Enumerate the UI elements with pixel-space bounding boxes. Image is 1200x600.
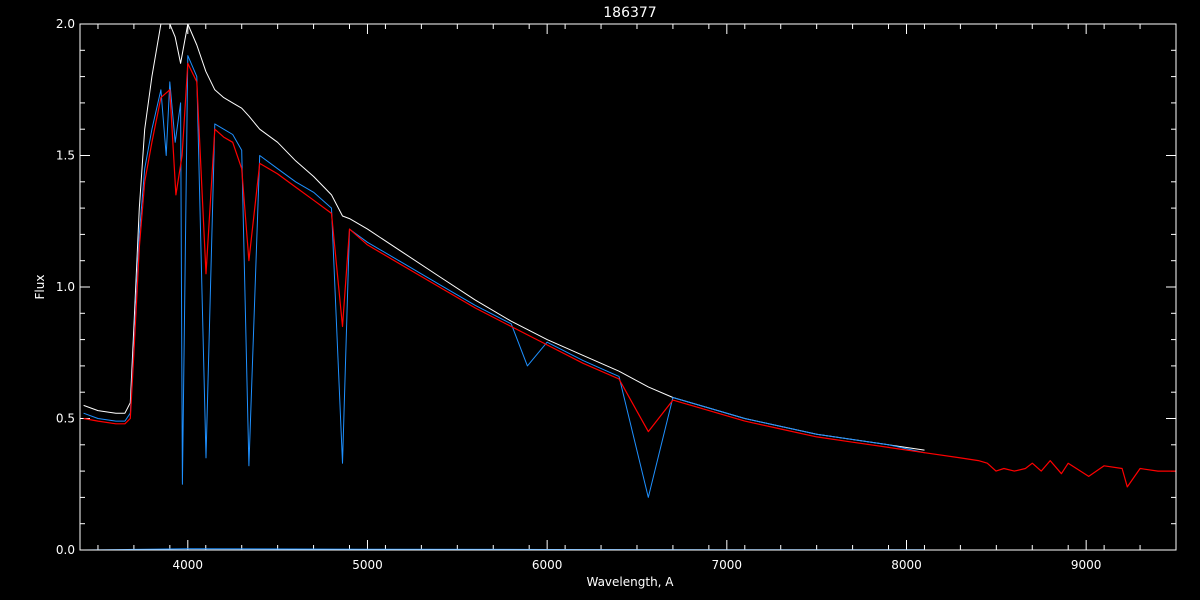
spectrum-chart: 186377 Wavelength, A Flux 4000 5000 6000 70… (0, 0, 1200, 600)
y-tick-label: 1.5 (56, 149, 75, 163)
x-tick-label: 9000 (1071, 558, 1102, 572)
y-tick-label: 0.5 (56, 412, 75, 426)
x-tick-label: 6000 (532, 558, 563, 572)
plot-background (0, 0, 1200, 600)
y-tick-label: 2.0 (56, 17, 75, 31)
x-axis-label: Wavelength, A (586, 575, 674, 589)
x-tick-label: 4000 (173, 558, 204, 572)
y-tick-label: 0.0 (56, 543, 75, 557)
chart-title: 186377 (603, 5, 656, 21)
y-tick-label: 1.0 (56, 280, 75, 294)
y-axis-label: Flux (33, 275, 47, 300)
x-tick-label: 5000 (352, 558, 383, 572)
x-tick-label: 8000 (891, 558, 922, 572)
x-tick-label: 7000 (712, 558, 743, 572)
